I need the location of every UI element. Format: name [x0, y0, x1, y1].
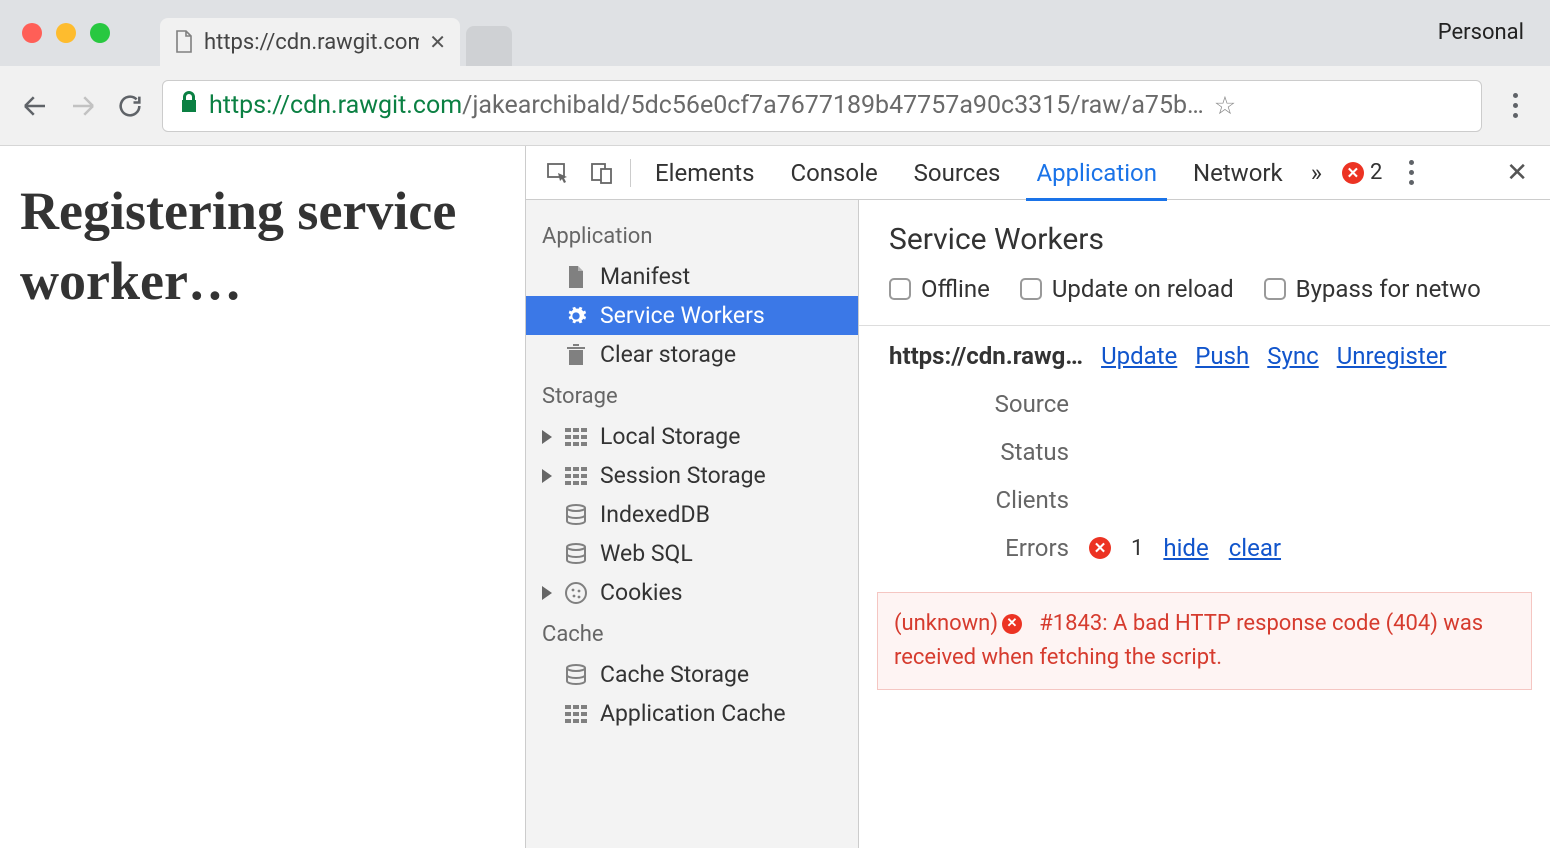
- label-source: Source: [889, 390, 1089, 418]
- sidebar-item-manifest[interactable]: Manifest: [526, 257, 858, 296]
- sidebar-item-local-storage[interactable]: Local Storage: [526, 417, 858, 456]
- sidebar-item-label: Cookies: [600, 579, 683, 606]
- url-host: cdn.rawgit.com: [290, 91, 462, 120]
- error-indicator[interactable]: ✕ 2: [1342, 160, 1382, 185]
- expand-icon: [542, 469, 552, 483]
- expand-icon: [542, 586, 552, 600]
- error-count: 2: [1370, 160, 1382, 185]
- tab-title: https://cdn.rawgit.com/jakearcl: [204, 30, 419, 55]
- grid-icon: [564, 705, 588, 723]
- sidebar-item-label: Manifest: [600, 263, 690, 290]
- sidebar-item-label: Local Storage: [600, 423, 740, 450]
- db-icon: [564, 504, 588, 526]
- cookie-icon: [564, 582, 588, 604]
- error-message: (unknown)✕ #1843: A bad HTTP response co…: [877, 592, 1532, 690]
- window-zoom-icon[interactable]: [90, 23, 110, 43]
- db-icon: [564, 543, 588, 565]
- grid-icon: [564, 467, 588, 485]
- offline-checkbox[interactable]: Offline: [889, 275, 990, 303]
- page-icon: [174, 30, 194, 54]
- update-on-reload-checkbox[interactable]: Update on reload: [1020, 275, 1234, 303]
- page-content: Registering service worker…: [0, 146, 525, 848]
- tab-network[interactable]: Network: [1175, 146, 1301, 200]
- window-close-icon[interactable]: [22, 23, 42, 43]
- reload-button[interactable]: [116, 92, 144, 120]
- panel-title: Service Workers: [859, 200, 1550, 275]
- browser-tab[interactable]: https://cdn.rawgit.com/jakearcl ✕: [160, 18, 460, 66]
- label-status: Status: [889, 438, 1089, 466]
- sidebar-item-label: Web SQL: [600, 540, 693, 567]
- tabs-overflow-icon[interactable]: »: [1301, 159, 1332, 187]
- label-errors: Errors: [889, 534, 1089, 562]
- hide-errors-link[interactable]: hide: [1163, 534, 1208, 562]
- sidebar-item-clear-storage[interactable]: Clear storage: [526, 335, 858, 374]
- sidebar-group-header: Application: [526, 214, 858, 257]
- trash-icon: [564, 344, 588, 366]
- sw-error-count: 1: [1131, 536, 1143, 561]
- bypass-network-checkbox[interactable]: Bypass for netwo: [1264, 275, 1481, 303]
- sidebar-item-indexeddb[interactable]: IndexedDB: [526, 495, 858, 534]
- tab-sources[interactable]: Sources: [896, 146, 1019, 200]
- tab-elements[interactable]: Elements: [637, 146, 772, 200]
- page-heading: Registering service worker…: [20, 176, 505, 316]
- sw-update-link[interactable]: Update: [1101, 342, 1177, 370]
- sidebar-item-label: Session Storage: [600, 462, 766, 489]
- label-clients: Clients: [889, 486, 1089, 514]
- back-button[interactable]: [20, 91, 50, 121]
- error-icon: ✕: [1342, 162, 1364, 184]
- error-icon: ✕: [1089, 537, 1111, 559]
- devtools-close-icon[interactable]: ✕: [1494, 158, 1540, 188]
- address-bar[interactable]: https://cdn.rawgit.com/jakearchibald/5dc…: [162, 80, 1482, 132]
- tab-close-icon[interactable]: ✕: [429, 30, 446, 54]
- sidebar-group-header: Storage: [526, 374, 858, 417]
- tab-console[interactable]: Console: [772, 146, 895, 200]
- device-toggle-icon[interactable]: [580, 161, 624, 185]
- url-scheme: https://: [209, 91, 290, 120]
- gear-icon: [564, 305, 588, 327]
- sidebar-item-label: Application Cache: [600, 700, 786, 727]
- sidebar-item-cookies[interactable]: Cookies: [526, 573, 858, 612]
- expand-icon: [542, 430, 552, 444]
- devtools-menu-icon[interactable]: [1396, 160, 1426, 185]
- grid-icon: [564, 428, 588, 446]
- db-icon: [564, 664, 588, 686]
- sidebar-item-label: Clear storage: [600, 341, 736, 368]
- bookmark-icon[interactable]: ☆: [1214, 91, 1236, 121]
- sw-push-link[interactable]: Push: [1195, 342, 1249, 370]
- window-minimize-icon[interactable]: [56, 23, 76, 43]
- sidebar-item-service-workers[interactable]: Service Workers: [526, 296, 858, 335]
- file-icon: [564, 265, 588, 289]
- lock-icon: [179, 90, 199, 121]
- forward-button: [68, 91, 98, 121]
- new-tab-button[interactable]: [466, 26, 512, 66]
- sidebar-item-label: Service Workers: [600, 302, 765, 329]
- sidebar-item-web-sql[interactable]: Web SQL: [526, 534, 858, 573]
- clear-errors-link[interactable]: clear: [1229, 534, 1281, 562]
- profile-label[interactable]: Personal: [1438, 20, 1524, 45]
- sw-unregister-link[interactable]: Unregister: [1337, 342, 1447, 370]
- chrome-menu-icon[interactable]: [1500, 93, 1530, 118]
- sidebar-item-application-cache[interactable]: Application Cache: [526, 694, 858, 733]
- sw-sync-link[interactable]: Sync: [1267, 342, 1318, 370]
- sidebar-group-header: Cache: [526, 612, 858, 655]
- inspect-icon[interactable]: [536, 161, 580, 185]
- sidebar-item-label: Cache Storage: [600, 661, 749, 688]
- sidebar-item-cache-storage[interactable]: Cache Storage: [526, 655, 858, 694]
- tab-application[interactable]: Application: [1018, 146, 1175, 200]
- sw-origin: https://cdn.rawg…: [889, 342, 1083, 370]
- sidebar-item-session-storage[interactable]: Session Storage: [526, 456, 858, 495]
- sidebar-item-label: IndexedDB: [600, 501, 710, 528]
- url-path: /jakearchibald/5dc56e0cf7a7677189b47757a…: [462, 91, 1204, 120]
